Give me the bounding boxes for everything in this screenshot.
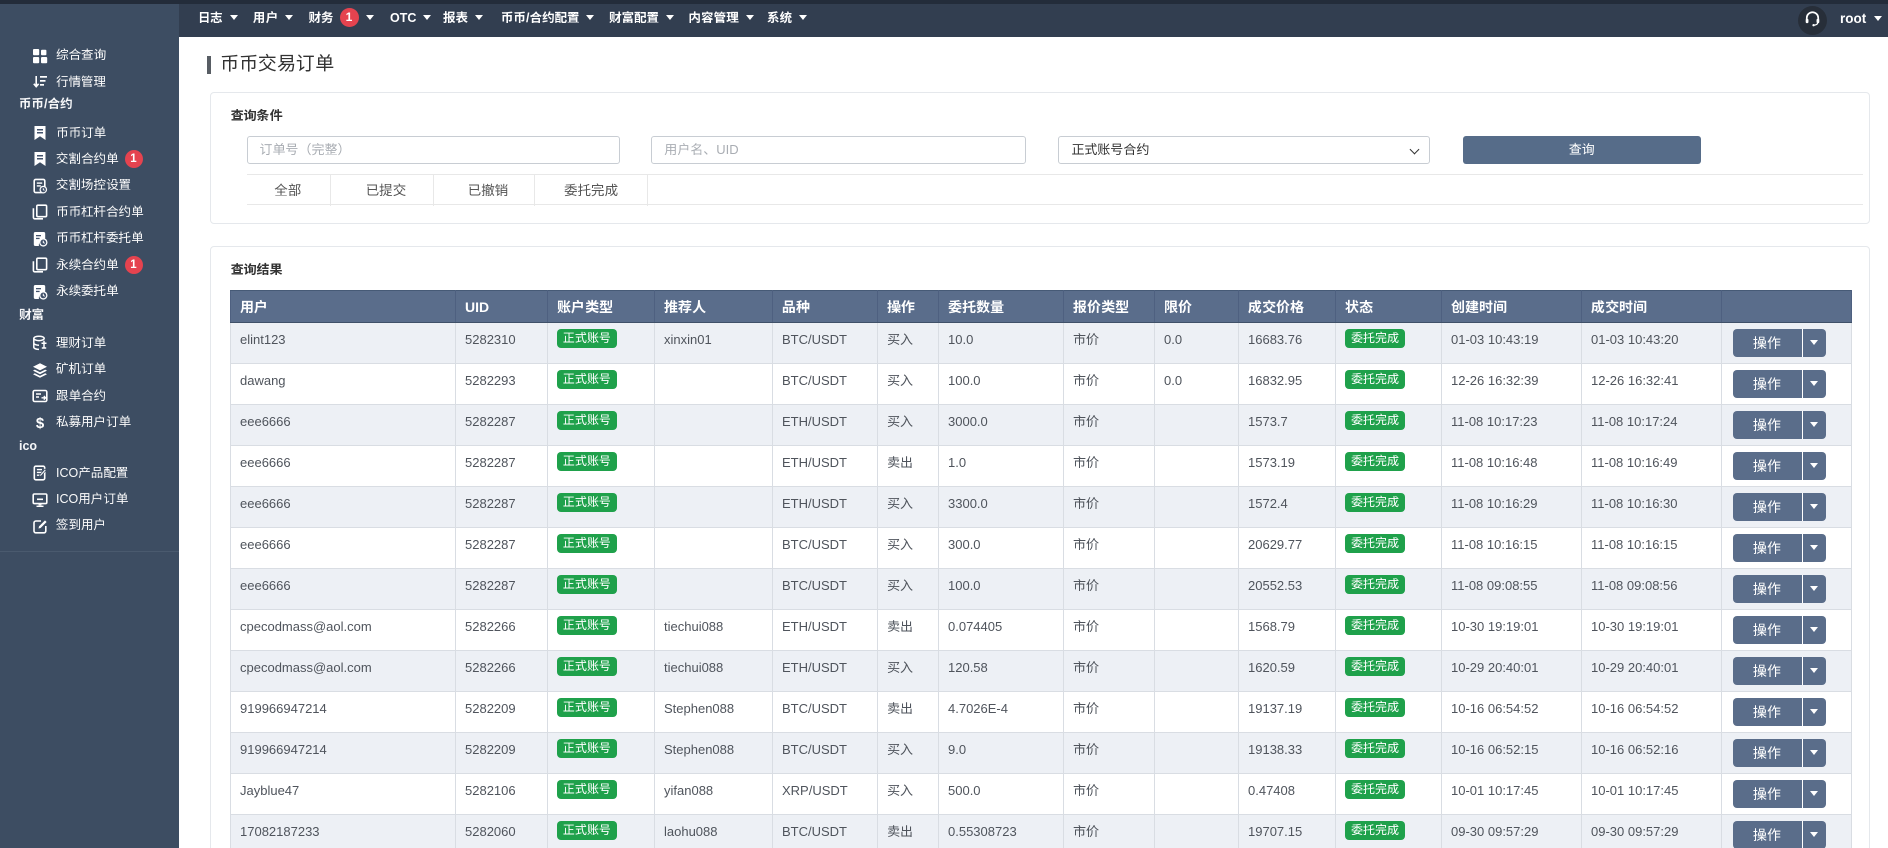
svg-text:$: $ xyxy=(36,415,45,431)
